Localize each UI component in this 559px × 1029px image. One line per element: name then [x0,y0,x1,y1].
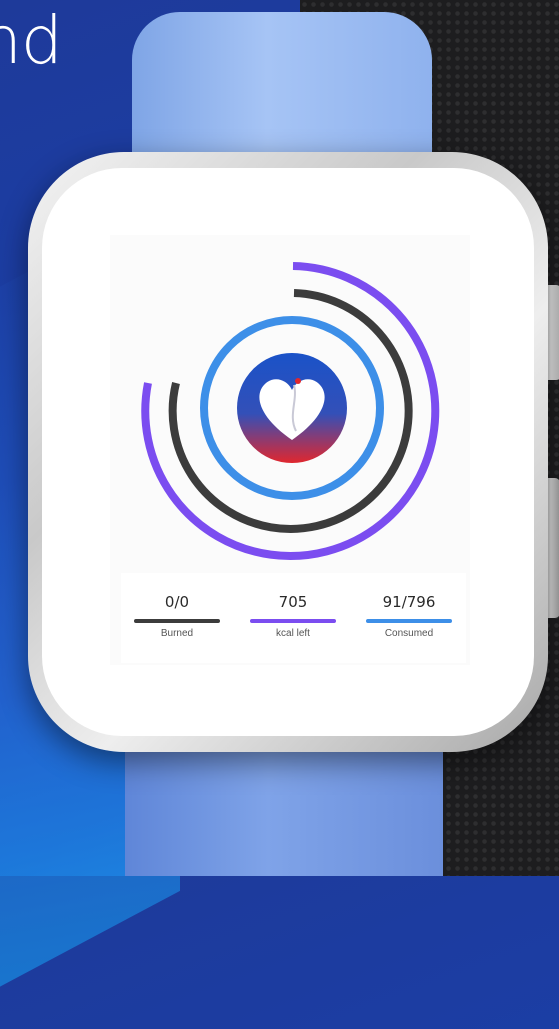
watch-band-bottom [125,735,443,876]
stat-burned-value: 0/0 [164,593,190,611]
stat-consumed-label: Consumed [384,628,434,639]
stats-panel: 0/0 Burned 705 kcal left 91/796 Consumed [121,573,466,663]
stat-consumed-bar [366,619,452,623]
stat-kcal-left[interactable]: 705 kcal left [243,593,343,639]
stat-consumed[interactable]: 91/796 Consumed [359,593,459,639]
stat-kcal-left-label: kcal left [276,628,310,639]
stat-kcal-left-bar [250,619,336,623]
stat-kcal-left-value: 705 [278,593,308,611]
stat-burned[interactable]: 0/0 Burned [127,593,227,639]
stat-burned-label: Burned [160,628,194,639]
stat-consumed-value: 91/796 [382,593,436,611]
stat-burned-bar [134,619,220,623]
progress-rings [141,262,440,560]
background-heading: nd [0,2,63,79]
heart-logo-icon [237,353,347,463]
